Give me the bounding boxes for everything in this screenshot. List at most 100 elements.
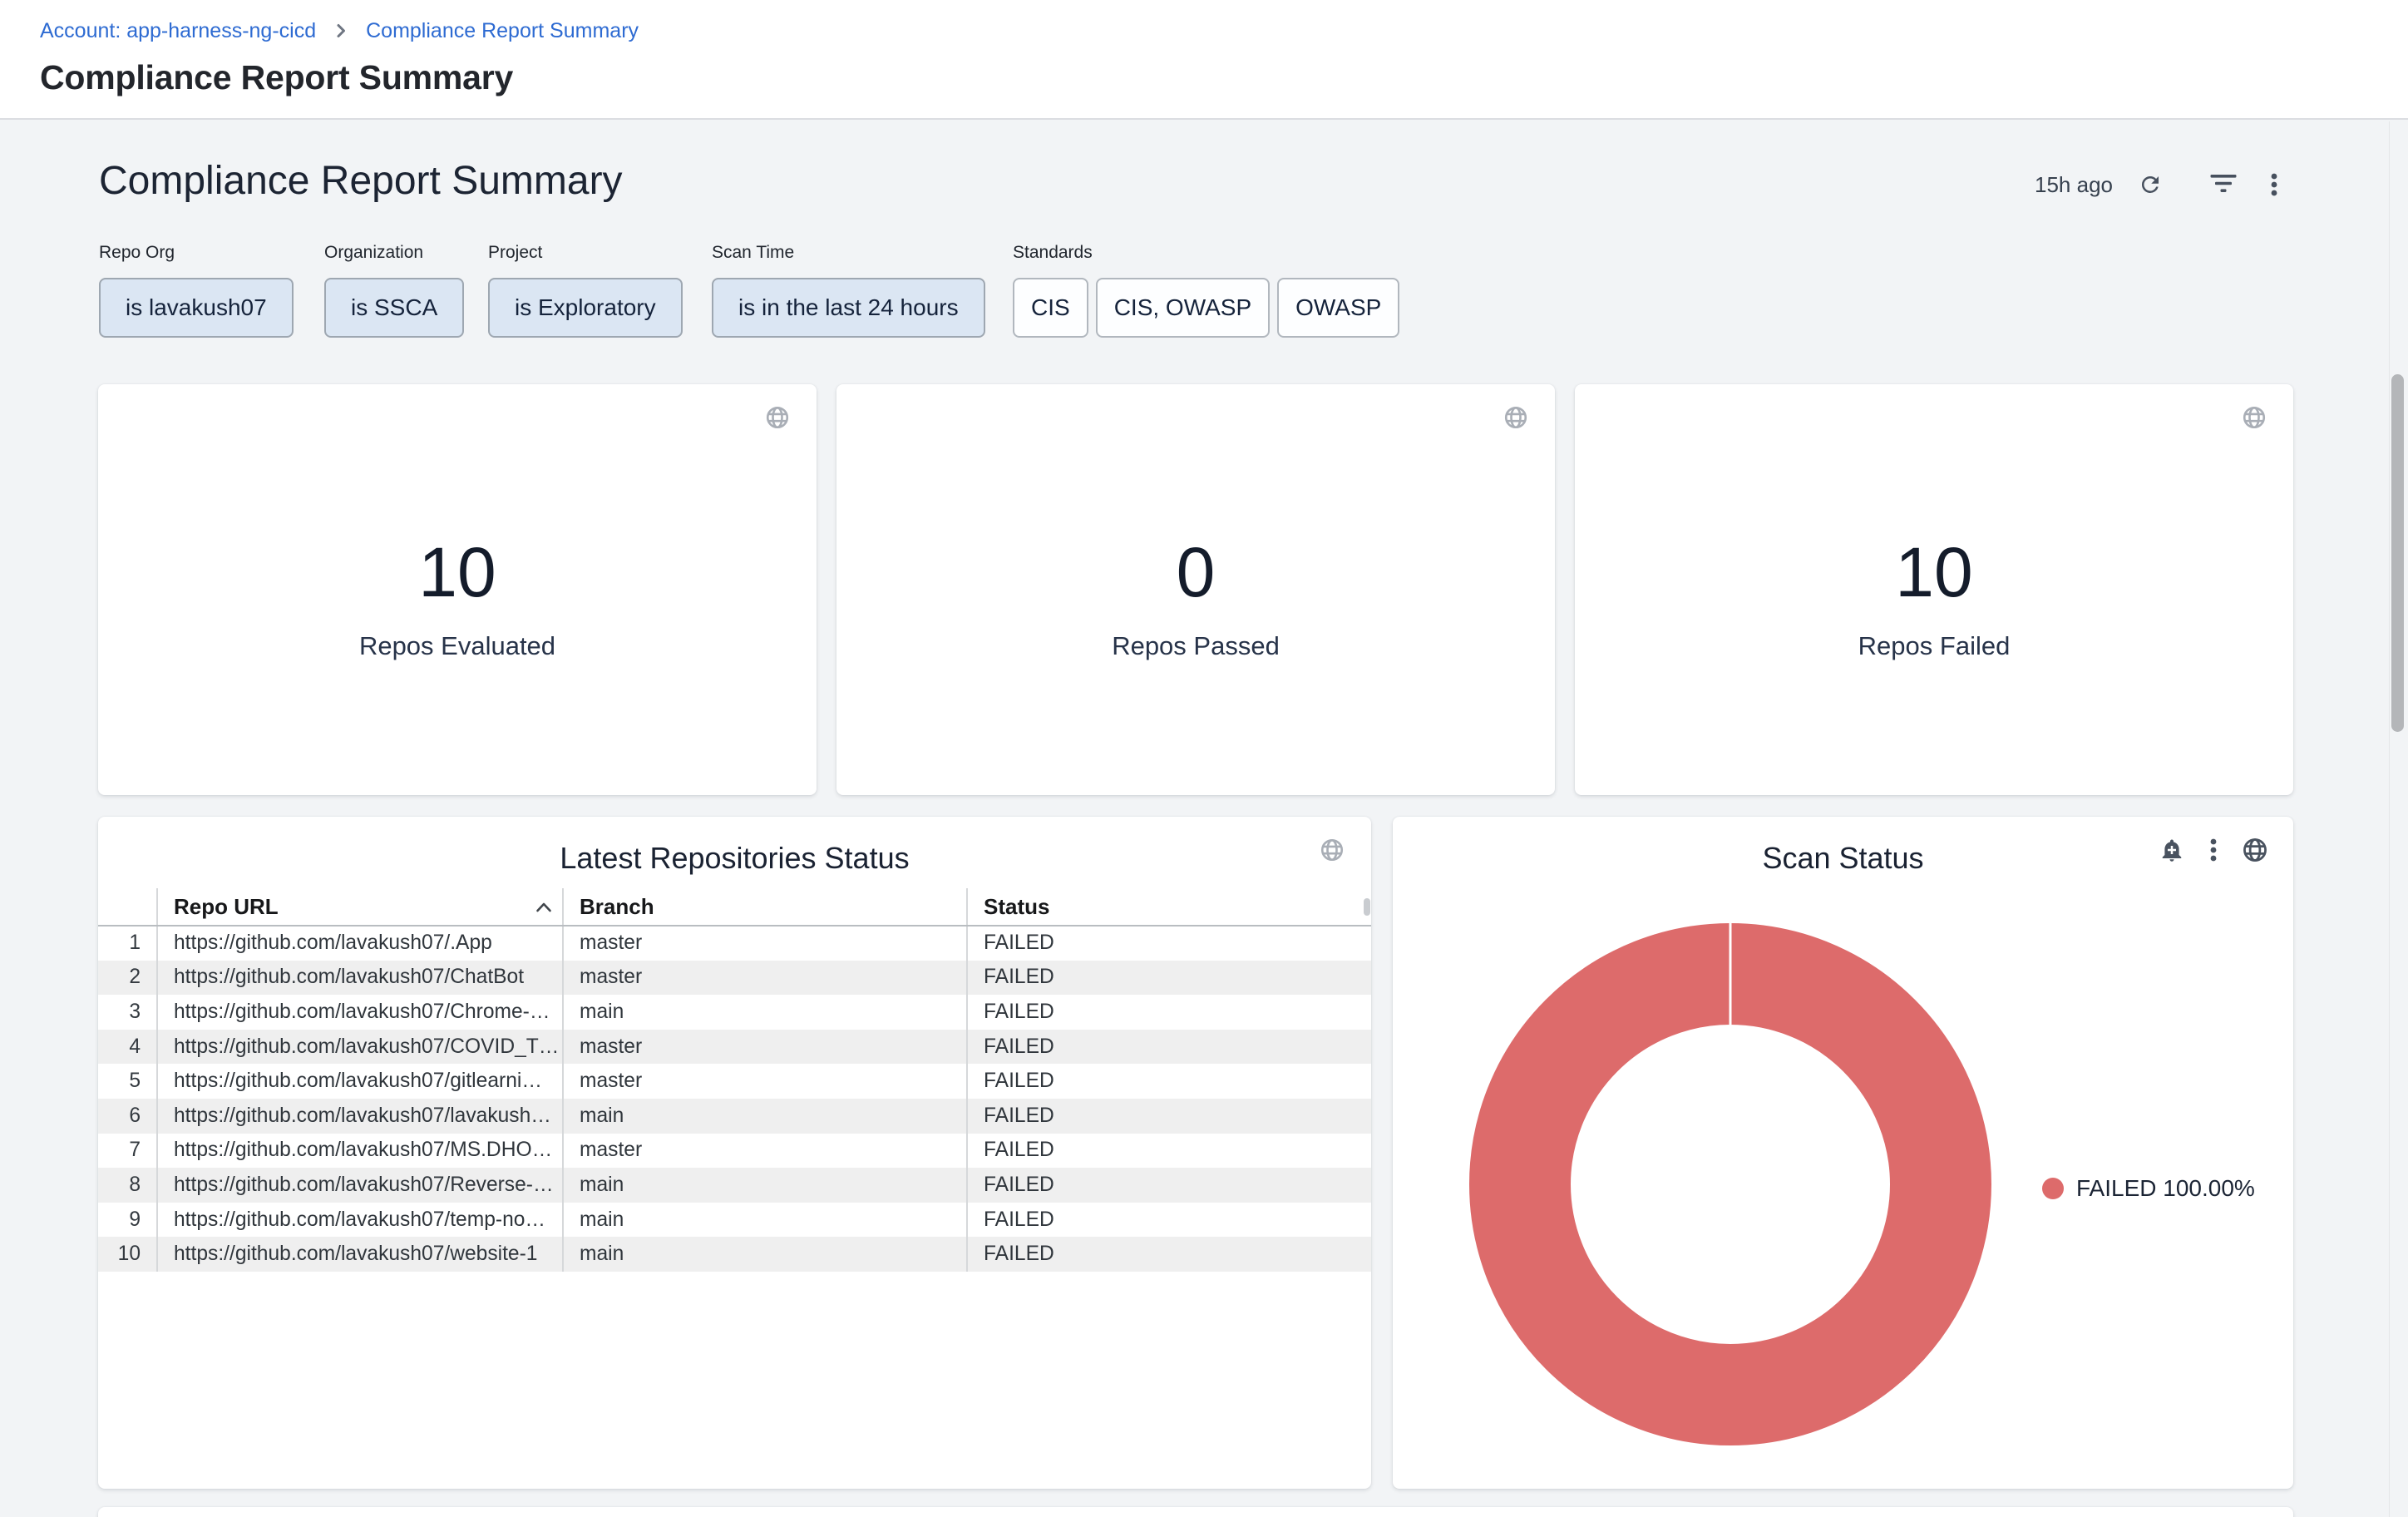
card-repos-passed: 0 Repos Passed [836, 384, 1555, 795]
stat-label: Repos Evaluated [98, 630, 817, 662]
branch-cell: master [563, 1134, 967, 1169]
status-cell: FAILED [967, 1203, 1371, 1238]
table-scrollbar-thumb[interactable] [1364, 898, 1370, 916]
globe-button[interactable] [1503, 405, 1528, 430]
repo-url-cell: https://github.com/lavakush07/ChatBot [157, 961, 563, 996]
table-row[interactable]: 6 https://github.com/lavakush07/lavakush… [98, 1099, 1371, 1134]
status-cell: FAILED [967, 1237, 1371, 1272]
filter-group-project: Project is Exploratory [488, 241, 542, 264]
page-header: Account: app-harness-ng-cicd Compliance … [0, 0, 2408, 120]
repo-url-cell: https://github.com/lavakush07/Reverse-… [157, 1168, 563, 1203]
filter-group-repo-org: Repo Org is lavakush07 [99, 241, 175, 264]
breadcrumb: Account: app-harness-ng-cicd Compliance … [40, 17, 639, 44]
branch-cell: main [563, 1168, 967, 1203]
branch-cell: master [563, 1064, 967, 1099]
refresh-icon [2138, 172, 2163, 197]
row-number: 10 [98, 1237, 157, 1272]
filter-chip[interactable]: CIS, OWASP [1096, 278, 1270, 338]
table-row[interactable]: 3 https://github.com/lavakush07/Chrome-…… [98, 995, 1371, 1030]
status-cell: FAILED [967, 961, 1371, 996]
filter-label: Repo Org [99, 241, 175, 264]
globe-button[interactable] [2242, 405, 2267, 430]
filter-label: Project [488, 241, 542, 264]
repo-url-cell: https://github.com/lavakush07/temp-no… [157, 1203, 563, 1238]
table-row[interactable]: 7 https://github.com/lavakush07/MS.DHO… … [98, 1134, 1371, 1169]
kebab-menu-icon [2271, 173, 2277, 196]
stat-label: Repos Failed [1575, 630, 2293, 662]
card-repos-failed: 10 Repos Failed [1575, 384, 2293, 795]
filter-chip[interactable]: is SSCA [324, 278, 464, 338]
scan-status-donut-chart [1393, 817, 2294, 1489]
filter-label: Scan Time [712, 241, 794, 264]
last-refresh-time: 15h ago [1947, 171, 2113, 198]
repo-url-cell: https://github.com/lavakush07/gitlearni… [157, 1064, 563, 1099]
row-number: 3 [98, 995, 157, 1030]
repo-url-cell: https://github.com/lavakush07/lavakush… [157, 1099, 563, 1134]
repo-url-cell: https://github.com/lavakush07/Chrome-… [157, 995, 563, 1030]
filter-chip-row: is lavakush07 [99, 278, 294, 338]
repo-url-cell: https://github.com/lavakush07/MS.DHO… [157, 1134, 563, 1169]
compliance-report-page: { "breadcrumb": { "account": "Account: a… [0, 0, 2408, 1517]
filter-chip[interactable]: is lavakush07 [99, 278, 294, 338]
branch-cell: main [563, 995, 967, 1030]
status-cell: FAILED [967, 926, 1371, 961]
repo-url-cell: https://github.com/lavakush07/.App [157, 926, 563, 961]
column-header-repo-url[interactable]: Repo URL [157, 888, 563, 926]
latest-repositories-tile: Latest Repositories Status Repo URL Bran… [98, 817, 1371, 1489]
row-number: 5 [98, 1064, 157, 1099]
stat-label: Repos Passed [836, 630, 1555, 662]
table-row[interactable]: 1 https://github.com/lavakush07/.App mas… [98, 926, 1371, 961]
stat-cards: 10 Repos Evaluated 0 Repos Passed [98, 384, 2293, 795]
breadcrumb-page-link[interactable]: Compliance Report Summary [366, 17, 639, 44]
dashboard-actions-button[interactable] [2261, 170, 2287, 200]
rownum-header [98, 888, 157, 926]
row-number: 9 [98, 1203, 157, 1238]
table-header-row: Repo URL Branch Status [98, 888, 1371, 926]
stat-value: 10 [1575, 536, 2293, 609]
table-row[interactable]: 10 https://github.com/lavakush07/website… [98, 1237, 1371, 1272]
sort-ascending-icon [535, 902, 552, 912]
row-number: 8 [98, 1168, 157, 1203]
repositories-table: Repo URL Branch Status 1 https://github.… [98, 888, 1371, 1272]
branch-cell: master [563, 961, 967, 996]
page-scrollbar-thumb[interactable] [2391, 374, 2404, 732]
branch-cell: main [563, 1237, 967, 1272]
branch-cell: main [563, 1203, 967, 1238]
stat-value: 0 [836, 536, 1555, 609]
filter-chip[interactable]: is Exploratory [488, 278, 683, 338]
table-row[interactable]: 5 https://github.com/lavakush07/gitlearn… [98, 1064, 1371, 1099]
row-number: 2 [98, 961, 157, 996]
branch-cell: main [563, 1099, 967, 1134]
breadcrumb-account-link[interactable]: Account: app-harness-ng-cicd [40, 17, 316, 44]
filter-chip[interactable]: OWASP [1277, 278, 1399, 338]
refresh-button[interactable] [2137, 170, 2164, 200]
branch-cell: master [563, 926, 967, 961]
filter-chip[interactable]: CIS [1013, 278, 1088, 338]
table-row[interactable]: 2 https://github.com/lavakush07/ChatBot … [98, 961, 1371, 996]
chevron-right-icon [333, 22, 349, 40]
filter-group-scan-time: Scan Time is in the last 24 hours [712, 241, 794, 264]
status-cell: FAILED [967, 1099, 1371, 1134]
globe-button[interactable] [765, 405, 790, 430]
table-row[interactable]: 4 https://github.com/lavakush07/COVID_T…… [98, 1030, 1371, 1065]
filters-toggle-button[interactable] [2210, 170, 2237, 200]
row-number: 1 [98, 926, 157, 961]
table-row[interactable]: 8 https://github.com/lavakush07/Reverse-… [98, 1168, 1371, 1203]
table-row[interactable]: 9 https://github.com/lavakush07/temp-no…… [98, 1203, 1371, 1238]
globe-icon [765, 405, 790, 430]
card-repos-evaluated: 10 Repos Evaluated [98, 384, 817, 795]
filter-chip[interactable]: is in the last 24 hours [712, 278, 985, 338]
status-cell: FAILED [967, 1064, 1371, 1099]
status-cell: FAILED [967, 1168, 1371, 1203]
branch-cell: master [563, 1030, 967, 1065]
status-cell: FAILED [967, 995, 1371, 1030]
filter-chip-row: is Exploratory [488, 278, 683, 338]
table-tile-title: Latest Repositories Status [98, 842, 1371, 875]
column-header-branch[interactable]: Branch [563, 888, 967, 926]
filter-label: Organization [324, 241, 423, 264]
scroll-track-line [2389, 121, 2390, 1517]
row-number: 7 [98, 1134, 157, 1169]
filter-chip-row: is in the last 24 hours [712, 278, 985, 338]
legend-failed-label: FAILED 100.00% [2076, 1174, 2255, 1203]
column-header-status[interactable]: Status [967, 888, 1371, 926]
